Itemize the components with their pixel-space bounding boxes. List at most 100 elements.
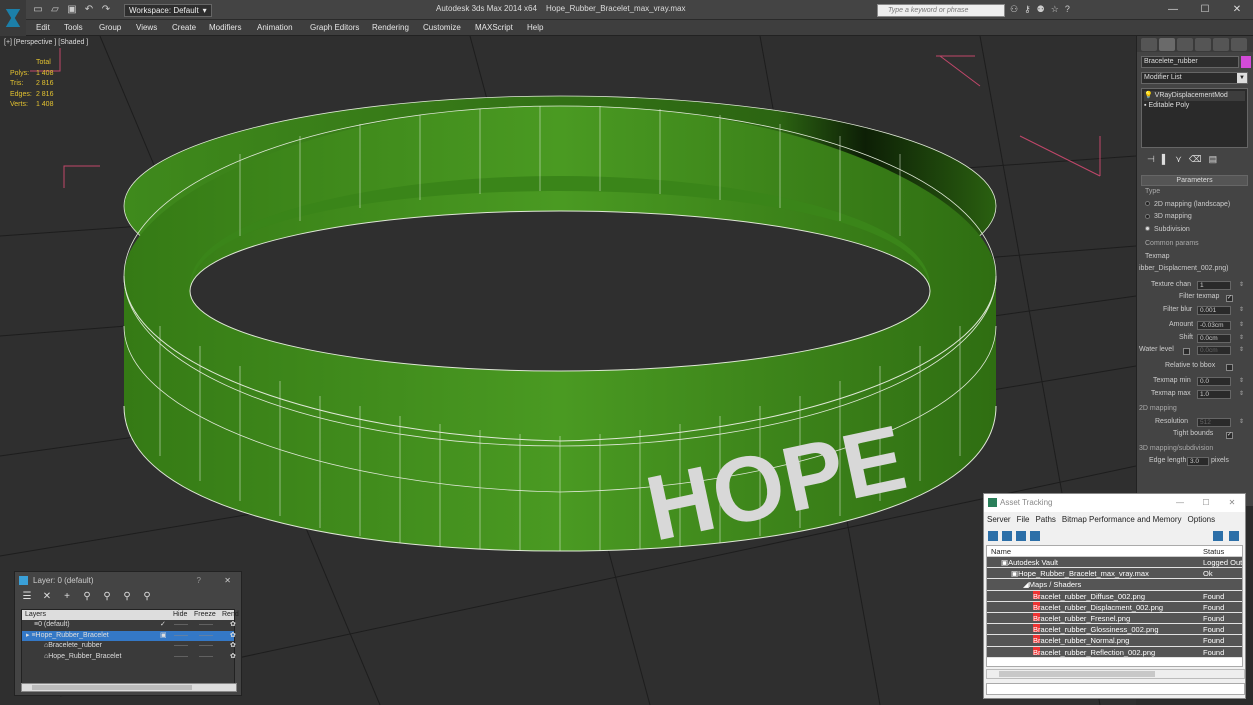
asset-row[interactable]: ◢ Maps / Shaders xyxy=(987,579,1242,591)
stack-item[interactable]: 💡 VRayDisplacementMod xyxy=(1144,91,1245,101)
motion-tab-icon[interactable] xyxy=(1195,38,1211,51)
show-end-result-icon[interactable]: ▌ xyxy=(1162,154,1168,165)
asset-path-field[interactable] xyxy=(986,683,1245,695)
filter-blur-field[interactable]: 0.001 xyxy=(1197,305,1231,315)
tight-bounds-checkbox[interactable]: ✓ xyxy=(1226,432,1233,439)
pin-stack-icon[interactable]: ⊣ xyxy=(1147,154,1155,165)
close-button[interactable]: ✕ xyxy=(1221,0,1253,20)
menu-views[interactable]: Views xyxy=(136,23,157,32)
object-color-swatch[interactable] xyxy=(1241,56,1251,68)
modifier-list-dropdown[interactable]: Modifier List ▼ xyxy=(1141,72,1248,84)
relative-bbox-row[interactable]: Relative to bbox xyxy=(1145,362,1247,375)
spinner-icon[interactable]: ⇕ xyxy=(1239,390,1244,397)
layer-row[interactable]: ⌂ Hope_Rubber_Bracelet —— —— ✿ xyxy=(22,652,236,663)
asset-horizontal-scrollbar[interactable] xyxy=(986,669,1245,679)
menu-help[interactable]: Help xyxy=(527,23,543,32)
maximize-button[interactable]: ☐ xyxy=(1193,494,1219,512)
filter-texmap-checkbox[interactable]: ✓ xyxy=(1226,295,1233,302)
scroll-thumb[interactable] xyxy=(32,685,192,690)
asset-row[interactable]: Bracelet_rubber_Reflection_002.png Found xyxy=(987,646,1242,658)
create-tab-icon[interactable] xyxy=(1141,38,1157,51)
type-2d-radio[interactable]: 2D mapping (landscape) xyxy=(1145,201,1247,214)
col-render[interactable]: Rend xyxy=(222,610,239,620)
menu-paths[interactable]: Paths xyxy=(1035,512,1055,528)
menu-server[interactable]: Server xyxy=(987,512,1011,528)
close-button[interactable]: ✕ xyxy=(1219,494,1245,512)
help-icon[interactable]: ? xyxy=(1065,4,1070,15)
search-input[interactable]: Type a keyword or phrase xyxy=(877,4,1005,17)
menu-create[interactable]: Create xyxy=(172,23,196,32)
menu-maxscript[interactable]: MAXScript xyxy=(475,23,513,32)
new-file-icon[interactable]: ▭ xyxy=(32,4,44,16)
binoculars-icon[interactable]: ⚇ xyxy=(1010,4,1018,15)
minimize-button[interactable]: — xyxy=(1157,0,1189,20)
utilities-tab-icon[interactable] xyxy=(1231,38,1247,51)
edge-length-field[interactable]: 3.0 xyxy=(1187,457,1209,466)
spinner-icon[interactable]: ⇕ xyxy=(1239,334,1244,341)
minimize-button[interactable]: — xyxy=(1167,494,1193,512)
display-tab-icon[interactable] xyxy=(1213,38,1229,51)
object-name-field[interactable]: Bracelete_rubber xyxy=(1141,56,1239,68)
configure-sets-icon[interactable]: ▤ xyxy=(1209,154,1218,165)
menu-bitmap-performance[interactable]: Bitmap Performance and Memory xyxy=(1062,512,1182,528)
texmap-button[interactable]: ibber_Displacment_002.png) xyxy=(1139,265,1247,278)
filter-texmap-row[interactable]: Filter texmap ✓ xyxy=(1145,293,1247,306)
amount-field[interactable]: -0.03cm xyxy=(1197,321,1231,330)
help-icon[interactable]: ? xyxy=(197,572,201,589)
asset-row[interactable]: ▣ Autodesk Vault Logged Out xyxy=(987,557,1242,569)
water-level-checkbox[interactable] xyxy=(1183,348,1190,355)
texture-chan-field[interactable]: 1 xyxy=(1197,280,1231,290)
col-status[interactable]: Status xyxy=(1203,546,1224,557)
scroll-thumb[interactable] xyxy=(999,671,1155,677)
asset-row[interactable]: Bracelet_rubber_Normal.png Found xyxy=(987,635,1242,647)
spinner-icon[interactable]: ⇕ xyxy=(1239,321,1244,328)
highlight-layer-icon[interactable]: ⚲ xyxy=(101,591,113,605)
col-hide[interactable]: Hide xyxy=(173,610,187,620)
new-layer-icon[interactable]: ☰ xyxy=(21,591,33,605)
asset-row[interactable]: ▣ Hope_Rubber_Bracelet_max_vray.max Ok xyxy=(987,568,1242,580)
undo-icon[interactable]: ↶ xyxy=(83,4,95,16)
stack-item[interactable]: ▪ Editable Poly xyxy=(1144,101,1245,111)
list-view-icon[interactable] xyxy=(1002,531,1012,541)
add-to-layer-icon[interactable]: + xyxy=(61,591,73,605)
layer-row[interactable]: ▸ ≡ Hope_Rubber_Bracelet ▣ —— —— ✿ xyxy=(22,630,236,641)
layer-window-title-bar[interactable]: Layer: 0 (default) ? ✕ xyxy=(15,572,241,589)
layer-row[interactable]: ≡ 0 (default) ✓ —— —— ✿ xyxy=(22,620,236,631)
menu-rendering[interactable]: Rendering xyxy=(372,23,409,32)
parameters-rollout-header[interactable]: Parameters xyxy=(1141,175,1248,186)
delete-layer-icon[interactable]: ✕ xyxy=(41,591,53,605)
people-icon[interactable]: ⚉ xyxy=(1037,4,1045,15)
texmap-min-field[interactable]: 0.0 xyxy=(1197,377,1231,386)
table-view-icon[interactable] xyxy=(1016,531,1026,541)
menu-modifiers[interactable]: Modifiers xyxy=(209,23,241,32)
grid-view-icon[interactable] xyxy=(1030,531,1040,541)
hierarchy-tab-icon[interactable] xyxy=(1177,38,1193,51)
open-file-icon[interactable]: ▱ xyxy=(49,4,61,16)
type-subdivision-radio[interactable]: Subdivision xyxy=(1145,226,1247,239)
spinner-icon[interactable]: ⇕ xyxy=(1239,377,1244,384)
spinner-icon[interactable]: ⇕ xyxy=(1239,281,1244,288)
menu-file[interactable]: File xyxy=(1017,512,1030,528)
spinner-icon[interactable]: ⇕ xyxy=(1239,418,1244,425)
col-freeze[interactable]: Freeze xyxy=(194,610,216,620)
hide-all-icon[interactable]: ⚲ xyxy=(121,591,133,605)
key-icon[interactable]: ⚷ xyxy=(1024,4,1031,15)
menu-customize[interactable]: Customize xyxy=(423,23,461,32)
viewport-label[interactable]: [+] [Perspective ] [Shaded ] xyxy=(4,39,88,46)
menu-group[interactable]: Group xyxy=(99,23,121,32)
workspace-dropdown[interactable]: Workspace: Default ▾ xyxy=(124,4,212,17)
menu-edit[interactable]: Edit xyxy=(36,23,50,32)
modify-tab-icon[interactable] xyxy=(1159,38,1175,51)
select-objects-icon[interactable]: ⚲ xyxy=(81,591,93,605)
tight-bounds-row[interactable]: Tight bounds ✓ xyxy=(1145,430,1247,443)
texmap-max-field[interactable]: 1.0 xyxy=(1197,389,1231,399)
layer-row[interactable]: ⌂ Bracelete_rubber —— —— ✿ xyxy=(22,641,236,652)
shift-field[interactable]: 0.0cm xyxy=(1197,333,1231,343)
spinner-icon[interactable]: ⇕ xyxy=(1239,346,1244,353)
menu-options[interactable]: Options xyxy=(1188,512,1216,528)
settings-icon[interactable] xyxy=(1229,531,1239,541)
asset-row[interactable]: Bracelet_rubber_Fresnel.png Found xyxy=(987,612,1242,625)
menu-graph-editors[interactable]: Graph Editors xyxy=(310,23,359,32)
asset-window-title-bar[interactable]: Asset Tracking — ☐ ✕ xyxy=(984,494,1245,512)
col-name[interactable]: Name xyxy=(991,546,1011,557)
